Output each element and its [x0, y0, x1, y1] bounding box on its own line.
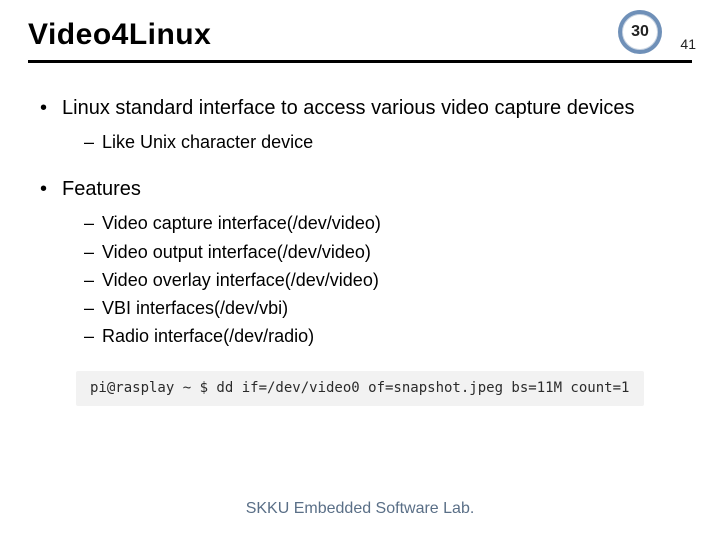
list-item: Video overlay interface(/dev/video) — [84, 268, 680, 292]
sub-bullet-text: Like Unix character device — [102, 132, 313, 152]
bullet-text: Features — [62, 178, 141, 200]
sub-list: Video capture interface(/dev/video) Vide… — [62, 211, 680, 348]
terminal-command-box: pi@rasplay ~ $ dd if=/dev/video0 of=snap… — [76, 371, 644, 406]
list-item: Linux standard interface to access vario… — [40, 95, 680, 154]
current-page-number: 30 — [622, 14, 658, 50]
list-item: VBI interfaces(/dev/vbi) — [84, 296, 680, 320]
page-number-badge: 30 — [618, 10, 662, 54]
title-divider — [28, 60, 692, 63]
slide-footer: SKKU Embedded Software Lab. — [0, 500, 720, 518]
list-item: Video output interface(/dev/video) — [84, 240, 680, 264]
sub-list: Like Unix character device — [62, 130, 680, 154]
sub-bullet-text: Radio interface(/dev/radio) — [102, 326, 314, 346]
bullet-text: Linux standard interface to access vario… — [62, 97, 635, 119]
sub-bullet-text: Video overlay interface(/dev/video) — [102, 270, 379, 290]
slide: Video4Linux 30 41 Linux standard interfa… — [0, 0, 720, 540]
slide-title: Video4Linux — [28, 18, 692, 52]
sub-bullet-text: Video capture interface(/dev/video) — [102, 213, 381, 233]
list-item: Like Unix character device — [84, 130, 680, 154]
list-item: Radio interface(/dev/radio) — [84, 324, 680, 348]
list-item: Features Video capture interface(/dev/vi… — [40, 176, 680, 348]
slide-content: Linux standard interface to access vario… — [0, 71, 720, 406]
sub-bullet-text: Video output interface(/dev/video) — [102, 242, 371, 262]
slide-header: Video4Linux 30 41 — [0, 0, 720, 63]
total-page-number: 41 — [680, 36, 696, 52]
list-item: Video capture interface(/dev/video) — [84, 211, 680, 235]
footer-text: SKKU Embedded Software Lab. — [246, 500, 475, 517]
sub-bullet-text: VBI interfaces(/dev/vbi) — [102, 298, 288, 318]
bullet-list: Linux standard interface to access vario… — [40, 95, 680, 349]
terminal-command-text: pi@rasplay ~ $ dd if=/dev/video0 of=snap… — [90, 380, 629, 396]
